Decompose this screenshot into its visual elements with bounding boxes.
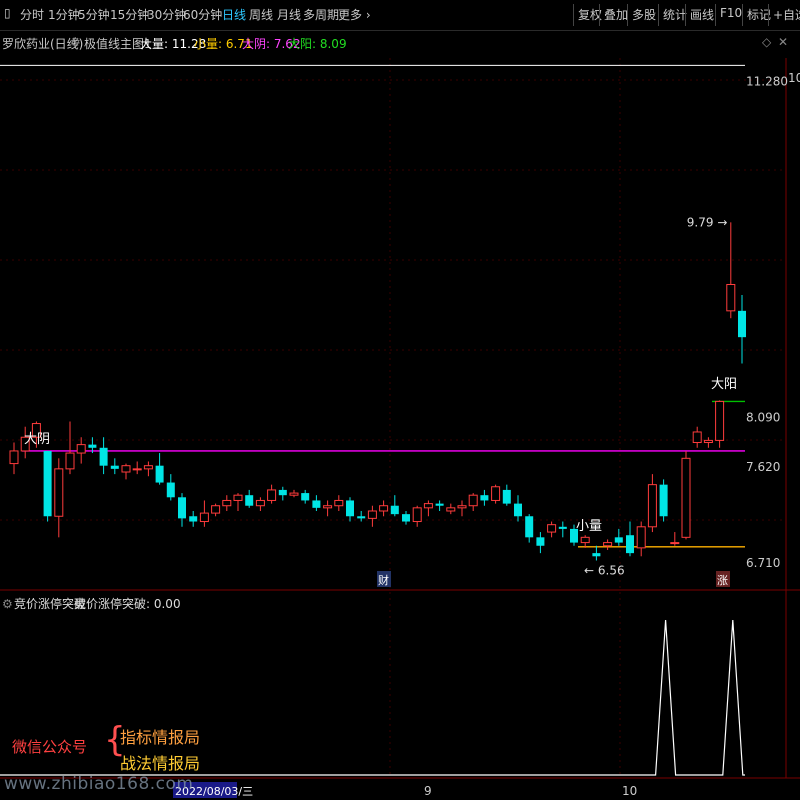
candle-body <box>580 536 590 544</box>
candle-body <box>155 465 164 483</box>
sub-toggle-icon: ⚙ <box>2 597 13 611</box>
candle-body <box>54 468 64 517</box>
candle-body <box>245 495 254 506</box>
candle-body <box>558 526 567 529</box>
candle-body <box>166 482 175 498</box>
candle-body <box>491 486 501 501</box>
candle-body <box>423 503 433 509</box>
sub-indicator-value: 竞价涨停突破: 0.00 <box>74 596 181 611</box>
candle-body <box>132 468 142 471</box>
candle-body <box>502 489 511 504</box>
candle-body <box>402 514 410 522</box>
big-yang-annotation: 大阳 <box>711 377 737 392</box>
candle-body <box>681 457 691 538</box>
candle-body <box>738 310 746 338</box>
promo-line-1: 指标情报局 <box>120 728 201 747</box>
candle-body <box>255 499 265 507</box>
high-price-label: 9.79 → <box>687 215 728 229</box>
candle-body <box>222 499 232 507</box>
candle-body <box>592 553 601 557</box>
candle-body <box>670 542 680 545</box>
wechat-label: 微信公众号 <box>12 738 88 756</box>
candle-body <box>357 516 366 519</box>
candle-body <box>480 495 489 501</box>
candle-body <box>189 516 198 522</box>
price-axis-label-0: 11.280 <box>746 74 788 88</box>
candle-body <box>715 400 725 441</box>
candlestick-chart: 9.79 → ← 6.56 大阴 大阳小量财 涨 11.280 8.090 7.620 6.71… <box>0 58 800 798</box>
candle-body <box>390 505 399 515</box>
event-cai-label: 财 <box>378 573 389 587</box>
candle-body <box>278 489 287 496</box>
candle-body <box>435 503 444 506</box>
candle-body <box>289 492 299 496</box>
candle-body <box>233 494 243 501</box>
candle-body <box>301 493 310 501</box>
candle-body <box>99 447 108 466</box>
candle-body <box>312 500 321 508</box>
candle-body <box>65 452 75 470</box>
candle-body <box>334 499 344 507</box>
axis-edge-label: 10 <box>788 71 800 85</box>
candle-body <box>468 494 478 507</box>
candle-body <box>367 510 377 519</box>
candle-body <box>9 450 19 465</box>
candle-body <box>603 542 613 547</box>
small-volume-annotation: 小量 <box>576 519 602 534</box>
candle-body <box>614 537 623 543</box>
candle-body <box>379 505 389 512</box>
candle-body <box>412 507 422 523</box>
candle-body <box>323 505 333 509</box>
candle-body <box>178 497 186 519</box>
candle-body <box>726 283 736 312</box>
candle-body <box>143 465 153 470</box>
promo-line-2: 战法情报局 <box>120 754 201 773</box>
x-axis-label-0: 9 <box>424 784 432 798</box>
candle-body <box>88 444 97 448</box>
watermark-text: www.zhibiao168.com <box>4 774 194 794</box>
candle-body <box>647 484 657 528</box>
candle-body <box>659 484 668 517</box>
candle-body <box>547 524 557 533</box>
event-zhang-label: 涨 <box>717 574 728 587</box>
candle-body <box>346 500 354 517</box>
candle-body <box>514 503 522 517</box>
candle-body <box>199 512 209 523</box>
candle-body <box>76 444 86 454</box>
x-axis-label-1: 10 <box>622 784 637 798</box>
candle-body <box>211 505 221 514</box>
candle-body <box>267 489 277 501</box>
price-axis-label-1: 8.090 <box>746 410 780 424</box>
candle-body <box>692 431 702 444</box>
price-axis-label-2: 7.620 <box>746 460 780 474</box>
candle-body <box>636 526 646 549</box>
candle-body <box>703 439 713 444</box>
candle-body <box>536 537 545 546</box>
candle-body <box>457 505 467 509</box>
candle-body <box>525 516 534 538</box>
candle-body <box>43 450 52 517</box>
candle-body <box>121 465 131 473</box>
low-price-label: ← 6.56 <box>584 564 625 578</box>
candle-body <box>626 535 634 554</box>
big-yin-annotation: 大阴 <box>24 432 50 447</box>
price-axis-label-3: 6.710 <box>746 556 780 570</box>
candle-body <box>110 465 119 469</box>
candle-body <box>446 507 456 512</box>
